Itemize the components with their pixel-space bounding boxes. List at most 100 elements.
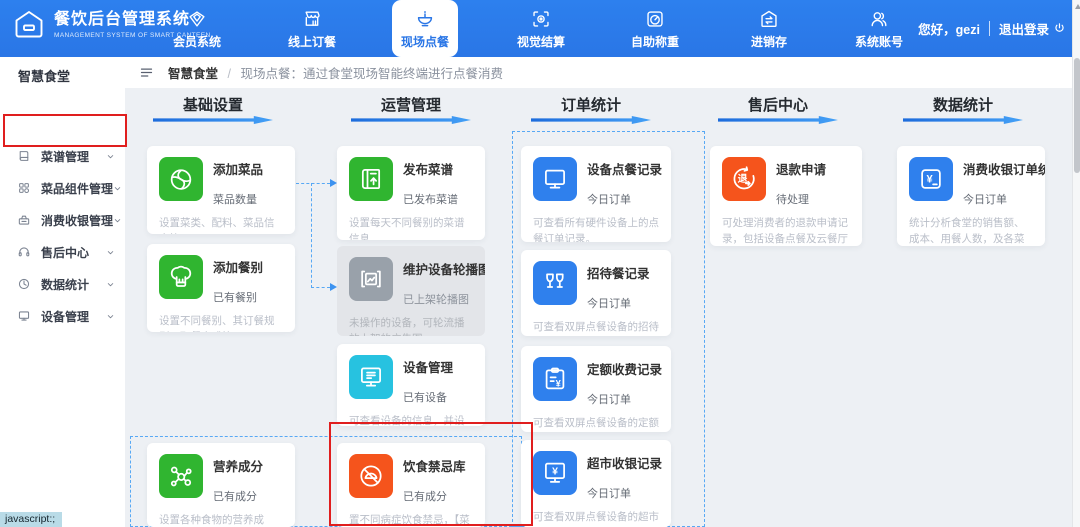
card-title: 饮食禁忌库 <box>403 456 466 475</box>
components-icon <box>17 181 31 195</box>
scrollbar-thumb[interactable] <box>1074 58 1080 173</box>
connector-line <box>311 287 330 288</box>
nav-label: 现场点餐 <box>401 33 449 50</box>
card-subtitle: 今日订单 <box>587 485 662 501</box>
card-description: 可查看双屏点餐设备的超市收银的订单记录。 <box>533 509 659 527</box>
collapse-menu-icon[interactable] <box>139 65 154 80</box>
storefront-icon <box>301 8 323 30</box>
breadcrumb-bar: 智慧食堂 / 现场点餐：通过食堂现场智能终端进行点餐消费 <box>125 57 1080 88</box>
molecule-icon <box>159 454 203 498</box>
cashier-icon <box>17 213 31 227</box>
sidebar-item-dish-component-management[interactable]: 菜品组件管理 <box>0 173 125 203</box>
svg-text:¥: ¥ <box>552 466 558 478</box>
card-subtitle: 已有设备 <box>403 389 453 405</box>
card-description: 设置每天不同餐别的菜谱信息。 <box>349 215 473 240</box>
divider <box>989 21 990 36</box>
card-subtitle: 菜品数量 <box>213 191 263 207</box>
sidebar-item-label: 数据统计 <box>41 276 106 293</box>
card-nutrition[interactable]: 营养成分 已有成分 设置各种食物的营养成分，【菜品管理】里可添加对应的食物及分.… <box>147 443 295 527</box>
card-title: 添加餐别 <box>213 257 263 276</box>
card-supermarket-cashier-record[interactable]: ¥ 超市收银记录 今日订单 可查看双屏点餐设备的超市收银的订单记录。 <box>521 440 671 527</box>
card-title: 设备点餐记录 <box>587 159 662 178</box>
carousel-icon <box>349 257 393 301</box>
card-title: 退款申请 <box>776 159 826 178</box>
goblets-icon <box>533 261 577 305</box>
card-reception-meal-record[interactable]: 招待餐记录 今日订单 可查看双屏点餐设备的招待餐模式的订单记录。 <box>521 250 671 336</box>
nav-item-member-system[interactable]: 会员系统 <box>157 0 237 57</box>
card-description: 设置各种食物的营养成分，【菜品管理】里可添加对应的食物及分... <box>159 512 283 527</box>
nav-label: 线上订餐 <box>288 33 336 50</box>
card-subtitle: 已发布菜谱 <box>403 191 458 207</box>
page-scrollbar <box>1072 0 1080 527</box>
sidebar-item-menu-management[interactable]: 菜谱管理 <box>0 141 125 171</box>
card-subtitle: 今日订单 <box>587 191 662 207</box>
card-fixed-fee-record[interactable]: ¥ 定额收费记录 今日订单 可查看双屏点餐设备的定额收费模式的订单记录。 <box>521 346 671 432</box>
device-icon <box>17 309 31 323</box>
card-cashier-order-statistics[interactable]: ¥ 消费收银订单统计 今日订单 统计分析食堂的销售额、成本、用餐人数，及各菜品销… <box>897 146 1045 246</box>
nav-item-onsite-order[interactable]: 现场点餐 <box>392 0 458 57</box>
dish-icon <box>159 157 203 201</box>
sidebar-item-after-sales-center[interactable]: 售后中心 <box>0 237 125 267</box>
monitor-icon <box>533 157 577 201</box>
card-description: 可处理消费者的退款申请记录，包括设备点餐及云餐厅H5上的订单... <box>722 215 850 246</box>
sidebar-item-data-statistics[interactable]: 数据统计 <box>0 269 125 299</box>
chevron-down-icon <box>106 312 115 321</box>
card-title: 招待餐记录 <box>587 263 650 282</box>
nav-item-online-order[interactable]: 线上订餐 <box>272 0 352 57</box>
card-subtitle: 已有成分 <box>403 488 466 504</box>
sidebar-item-cashier-management[interactable]: 消费收银管理 <box>0 205 125 235</box>
column-title-order-stats: 订单统计 <box>531 94 651 115</box>
app-window: 餐饮后台管理系统 MANAGEMENT SYSTEM OF SMART CANT… <box>0 0 1080 527</box>
card-publish-menu[interactable]: 发布菜谱 已发布菜谱 设置每天不同餐别的菜谱信息。 <box>337 146 485 240</box>
card-add-meal-type[interactable]: 添加餐别 已有餐别 设置不同餐别、其订餐规则、取餐方式等。 <box>147 244 295 332</box>
connector-line <box>311 183 312 288</box>
nav-label: 会员系统 <box>173 33 221 50</box>
card-device-carousel[interactable]: 维护设备轮播图 已上架轮播图 未操作的设备，可轮流播放上架的广告图。 <box>337 246 485 336</box>
card-add-dish[interactable]: 添加菜品 菜品数量 设置菜类、配料、菜品信息等。 <box>147 146 295 234</box>
breadcrumb: 智慧食堂 / 现场点餐：通过食堂现场智能终端进行点餐消费 <box>168 63 503 82</box>
top-header: 餐饮后台管理系统 MANAGEMENT SYSTEM OF SMART CANT… <box>0 0 1080 57</box>
nav-item-visual-checkout[interactable]: 视觉结算 <box>501 0 581 57</box>
breadcrumb-root[interactable]: 智慧食堂 <box>168 67 218 81</box>
chevron-down-icon <box>106 280 115 289</box>
chef-hat-icon <box>159 255 203 299</box>
svg-text:¥: ¥ <box>927 173 934 185</box>
sidebar: 智慧食堂 菜谱管理 菜品组件管理 消费收银管理 售后中心 数据统计 <box>0 57 125 527</box>
nav-item-inventory[interactable]: 进销存 <box>729 0 809 57</box>
card-device-management[interactable]: 设备管理 已有设备 可查看设备的信息，并设置设备名称，方便识别。 <box>337 344 485 426</box>
canteen-logo-icon <box>12 9 46 39</box>
nav-label: 自助称重 <box>631 33 679 50</box>
scale-icon <box>644 8 666 30</box>
sidebar-item-device-management[interactable]: 设备管理 <box>0 301 125 331</box>
chevron-down-icon <box>106 152 115 161</box>
card-description: 未操作的设备，可轮流播放上架的广告图。 <box>349 315 473 336</box>
card-subtitle: 今日订单 <box>587 391 662 407</box>
card-title: 定额收费记录 <box>587 359 662 378</box>
card-description: 可查看双屏点餐设备的招待餐模式的订单记录。 <box>533 319 659 336</box>
clock-stats-icon <box>17 277 31 291</box>
scan-checkout-icon <box>530 8 552 30</box>
card-diet-taboo-library[interactable]: 饮食禁忌库 已有成分 置不同病症饮食禁忌，【菜品管理】里可添加对应的。 <box>337 443 485 527</box>
yen-square-icon: ¥ <box>909 157 953 201</box>
user-box: 您好，gezi 退出登录 <box>918 0 1066 57</box>
card-description: 设置菜类、配料、菜品信息等。 <box>159 215 283 234</box>
sidebar-item-label: 消费收银管理 <box>41 212 113 229</box>
refund-icon: 退 <box>722 157 766 201</box>
chevron-down-icon <box>106 248 115 257</box>
nav-item-self-weighing[interactable]: 自助称重 <box>615 0 695 57</box>
nav-label: 系统账号 <box>855 33 903 50</box>
connector-line <box>296 183 330 184</box>
card-refund-request[interactable]: 退 退款申请 待处理 可处理消费者的退款申请记录，包括设备点餐及云餐厅H5上的订… <box>710 146 862 246</box>
svg-text:¥: ¥ <box>556 379 562 389</box>
nav-item-system-account[interactable]: 系统账号 <box>839 0 919 57</box>
connector-arrow-icon <box>330 283 337 291</box>
chevron-down-icon <box>113 184 122 193</box>
link-status-tooltip: javascript:; <box>0 512 62 527</box>
card-device-order-record[interactable]: 设备点餐记录 今日订单 可查看所有硬件设备上的点餐订单记录。 <box>521 146 671 242</box>
sidebar-item-label: 设备管理 <box>41 308 106 325</box>
nav-label: 视觉结算 <box>517 33 565 50</box>
card-subtitle: 待处理 <box>776 191 826 207</box>
logout-button[interactable]: 退出登录 <box>999 19 1066 38</box>
forbidden-food-icon <box>349 454 393 498</box>
inventory-house-icon <box>758 8 780 30</box>
